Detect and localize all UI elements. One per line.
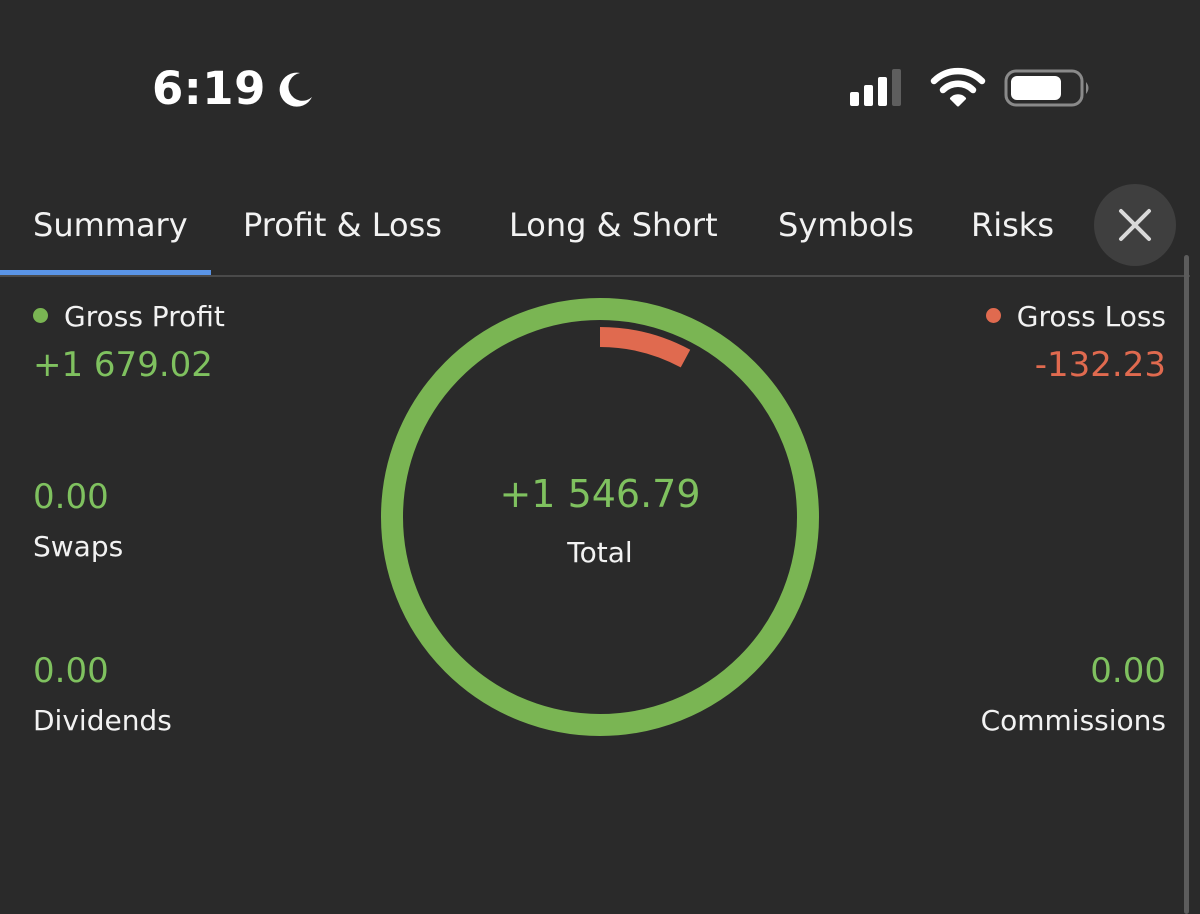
scrollbar[interactable] (1184, 255, 1189, 914)
tab-symbols[interactable]: Symbols (778, 206, 914, 244)
commissions-value: 0.00 (1090, 651, 1166, 691)
gross-loss-label: Gross Loss (985, 300, 1166, 333)
dividends-value: 0.00 (33, 651, 109, 691)
total-label: Total (567, 536, 633, 569)
tab-bar: Summary Profit & Loss Long & Short Symbo… (0, 176, 1200, 276)
tab-risks[interactable]: Risks (971, 206, 1054, 244)
tab-summary[interactable]: Summary (33, 206, 188, 244)
gross-profit-ring (381, 298, 819, 736)
trading-summary-screen: 6:19 Summary Profit & Loss Long & Short … (0, 0, 1200, 914)
close-button[interactable] (1094, 184, 1176, 266)
gross-profit-label: Gross Profit (33, 300, 225, 333)
dividends-label: Dividends (33, 704, 172, 737)
wifi-icon (930, 67, 986, 107)
commissions-label: Commissions (980, 704, 1166, 737)
battery-icon (1004, 69, 1089, 107)
close-icon (1119, 209, 1151, 241)
tab-profit-loss[interactable]: Profit & Loss (243, 206, 442, 244)
gross-profit-value: +1 679.02 (33, 345, 213, 385)
total-value: +1 546.79 (499, 472, 701, 516)
time-text: 6:19 (152, 62, 266, 115)
swaps-label: Swaps (33, 530, 124, 563)
cellular-signal-icon (850, 68, 901, 106)
profit-legend-dot (33, 307, 48, 323)
moon-icon (279, 72, 312, 107)
gross-loss-arc (599, 327, 691, 368)
tab-long-short[interactable]: Long & Short (509, 206, 718, 244)
loss-legend-dot (985, 307, 1001, 323)
status-time: 6:19 (152, 62, 316, 115)
profit-loss-donut-chart (381, 298, 819, 736)
swaps-value: 0.00 (33, 477, 109, 517)
tabs-divider (0, 275, 1190, 277)
gross-loss-value: -132.23 (1034, 345, 1166, 385)
